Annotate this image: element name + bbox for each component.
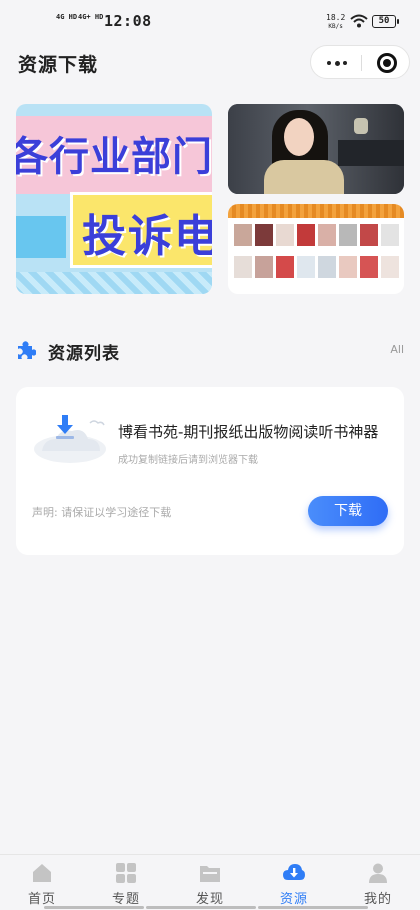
resource-subtitle: 成功复制链接后请到浏览器下载 [118, 455, 258, 466]
home-icon [33, 864, 51, 882]
magazine-thumb [339, 224, 357, 246]
mini-program-capsule [310, 45, 410, 79]
tab-bar: 首页 专题 发现 资源 我的 [0, 854, 420, 910]
photo-face [284, 118, 314, 156]
battery-icon: 50 [372, 15, 399, 28]
tab-home[interactable]: 首页 [0, 855, 84, 910]
magazine-thumb [360, 224, 378, 246]
photo-lamp [354, 118, 368, 134]
tab-topics[interactable]: 专题 [84, 855, 168, 910]
magazine-thumb [234, 256, 252, 278]
grid-icon [116, 863, 136, 883]
capsule-divider [361, 55, 362, 71]
cloud-download-icon [283, 864, 305, 880]
tab-profile[interactable]: 我的 [336, 855, 420, 910]
more-icon[interactable] [327, 60, 347, 66]
folder-icon [200, 866, 220, 882]
resource-card[interactable]: 博看书苑-期刊报纸出版物阅读听书神器 成功复制链接后请到浏览器下载 声明: 请保… [16, 387, 404, 555]
magazine-thumb [318, 224, 336, 246]
nav-bar: 资源下载 [0, 40, 420, 86]
resource-disclaimer: 声明: 请保证以学习途径下载 [32, 506, 172, 519]
home-indicator [0, 904, 420, 910]
photo-shelf [338, 140, 404, 166]
network-speed-value: 18.2 [326, 13, 346, 22]
banner-text-line1: 各行业部门 [16, 134, 212, 180]
tab-discover[interactable]: 发现 [168, 855, 252, 910]
magazine-thumb [318, 256, 336, 278]
magazine-thumb [339, 256, 357, 278]
magazine-thumb [381, 256, 399, 278]
magazine-thumb [276, 224, 294, 246]
magazine-thumb [381, 224, 399, 246]
banner-photo[interactable] [228, 104, 404, 194]
banner-text-line2: 投诉电 [82, 211, 212, 262]
banner-stripes [16, 272, 212, 294]
network-speed-unit: KB/s [328, 23, 343, 30]
magazine-thumb [255, 256, 273, 278]
user-icon [369, 863, 387, 883]
photo-body [264, 160, 344, 194]
page-title: 资源下载 [18, 54, 99, 76]
cloud-download-illustration [34, 415, 106, 463]
grid-header-strip [228, 204, 404, 218]
magazine-thumb [276, 256, 294, 278]
close-mini-program-icon[interactable] [377, 53, 397, 73]
wifi-icon [350, 14, 368, 28]
download-button[interactable]: 下载 [308, 496, 388, 526]
section-title: 资源列表 [48, 344, 120, 364]
signal-indicator: 4G HD [56, 13, 78, 21]
status-bar: 4G HD 4G+ HD 12:08 18.2 KB/s 50 [0, 0, 420, 40]
banner-magazine-grid[interactable] [228, 204, 404, 294]
signal-indicator-2: 4G+ HD [78, 13, 104, 21]
magazine-thumb [360, 256, 378, 278]
network-speed: 18.2 KB/s [326, 13, 345, 31]
section-header: 资源列表 All [16, 336, 404, 364]
magazine-thumb [255, 224, 273, 246]
view-all-link[interactable]: All [390, 343, 404, 356]
magazine-thumb [234, 224, 252, 246]
banner-main[interactable]: 各行业部门 投诉电 [16, 104, 212, 294]
puzzle-icon [18, 341, 36, 359]
magazine-thumb [297, 224, 315, 246]
resource-title: 博看书苑-期刊报纸出版物阅读听书神器 [118, 423, 379, 441]
clock: 12:08 [104, 12, 152, 30]
tab-resources[interactable]: 资源 [252, 855, 336, 910]
banner-blue-block [16, 216, 66, 258]
magazine-thumb [297, 256, 315, 278]
